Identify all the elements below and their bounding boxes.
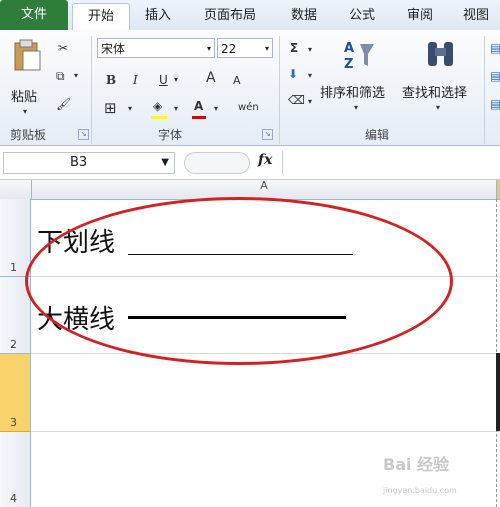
highlight-ellipse (25, 197, 453, 365)
sort-filter-button[interactable]: A Z 排序和筛选 ▾ (320, 38, 398, 118)
chevron-down-icon: ▾ (206, 44, 211, 53)
format-painter-icon[interactable]: 🖌 (56, 96, 71, 112)
paste-button[interactable]: 粘贴 ▾ (6, 38, 48, 118)
tab-home[interactable]: 开始 (72, 3, 130, 31)
autosum-dropdown-icon[interactable]: ▾ (308, 42, 312, 58)
ribbon-tab-bar: 文件 开始 插入 页面布局 数据 公式 审阅 视图 (0, 0, 500, 31)
copy-icon[interactable]: ⧉ (56, 68, 65, 84)
font-color-swatch (192, 116, 206, 119)
cells-icon[interactable]: ▤ (490, 96, 500, 112)
font-size-value: 22 (221, 42, 237, 56)
fill-dropdown-icon[interactable]: ▾ (308, 68, 312, 84)
grow-font-button[interactable]: A (206, 70, 216, 86)
tab-data[interactable]: 数据 (280, 3, 328, 28)
sort-filter-icon: A Z (344, 41, 374, 70)
italic-button[interactable]: I (133, 72, 138, 88)
watermark-logo: Bai 经验 (383, 455, 450, 474)
chevron-down-icon: ▾ (264, 44, 269, 53)
font-name-value: 宋体 (101, 42, 126, 56)
phonetic-icon[interactable]: wén (238, 100, 259, 116)
paste-label: 粘贴 (11, 90, 38, 105)
formula-input[interactable] (282, 151, 500, 174)
paste-icon (14, 39, 41, 71)
row-number: 2 (10, 338, 17, 351)
watermark-url: jingyan.baidu.com (383, 486, 457, 495)
underline-dropdown-icon[interactable]: ▾ (174, 72, 178, 88)
row-number: 4 (10, 492, 17, 505)
shrink-font-button[interactable]: A (233, 73, 241, 89)
tab-page-layout[interactable]: 页面布局 (192, 3, 268, 28)
tab-view[interactable]: 视图 (452, 3, 500, 28)
tab-formulas[interactable]: 公式 (338, 3, 386, 28)
font-group-label: 字体 (158, 128, 183, 142)
tab-review[interactable]: 审阅 (396, 3, 444, 28)
paste-dropdown-icon[interactable]: ▾ (23, 104, 27, 120)
font-launcher-icon[interactable]: ↘ (262, 129, 273, 140)
row-number: 1 (10, 261, 17, 274)
font-color-icon[interactable]: A (194, 98, 203, 114)
formula-buttons (184, 152, 250, 174)
font-size-select[interactable]: 22 ▾ (217, 38, 273, 58)
underline-button[interactable]: U (159, 72, 168, 88)
editing-group-label: 编辑 (365, 128, 390, 142)
font-name-select[interactable]: 宋体 ▾ (97, 38, 215, 58)
select-all-corner[interactable] (0, 180, 32, 199)
row-divider (31, 431, 500, 432)
borders-dropdown-icon[interactable]: ▾ (128, 101, 132, 117)
borders-icon[interactable]: ⊞ (104, 100, 117, 116)
row-number: 3 (10, 416, 17, 429)
find-dropdown-icon[interactable]: ▾ (436, 100, 440, 116)
ribbon-home: 粘贴 ▾ ✂ ⧉ ▾ 🖌 剪贴板 ↘ 宋体 ▾ 22 ▾ B I U ▾ A A… (0, 30, 500, 146)
copy-dropdown-icon[interactable]: ▾ (74, 68, 78, 84)
sort-dropdown-icon[interactable]: ▾ (354, 100, 358, 116)
find-select-button[interactable]: 查找和选择 ▾ (400, 38, 480, 118)
autosum-icon[interactable]: Σ (290, 40, 298, 56)
fill-dropdown-icon[interactable]: ▾ (174, 101, 178, 117)
row-header-3[interactable]: 3 (0, 354, 31, 432)
divider (91, 36, 92, 144)
row-header-1[interactable]: 1 (0, 199, 31, 277)
fill-color-swatch (151, 116, 167, 119)
formula-bar: B3 ▼ fx (0, 146, 500, 180)
cells-icon[interactable]: ▤ (490, 68, 500, 84)
clipboard-group-label: 剪贴板 (10, 128, 47, 142)
column-header-b[interactable] (496, 180, 500, 199)
insert-function-icon[interactable]: fx (258, 152, 272, 168)
svg-text:A: A (344, 41, 354, 56)
tab-insert[interactable]: 插入 (134, 3, 182, 28)
find-select-label: 查找和选择 (402, 86, 468, 101)
divider (484, 36, 485, 144)
clear-icon[interactable]: ⌫ (288, 92, 305, 108)
font-color-dropdown-icon[interactable]: ▾ (214, 101, 218, 117)
svg-text:Z: Z (344, 57, 353, 70)
tab-file[interactable]: 文件 (0, 0, 68, 30)
row-header-4[interactable]: 4 (0, 432, 31, 507)
clipboard-launcher-icon[interactable]: ↘ (78, 129, 89, 140)
cells-icon[interactable]: ▤ (490, 40, 500, 56)
column-header-a[interactable]: A (32, 180, 496, 199)
selected-cell-b3[interactable] (496, 353, 500, 431)
fill-down-icon[interactable]: ⬇ (288, 66, 298, 82)
name-box-value: B3 (70, 155, 88, 170)
sort-filter-label: 排序和筛选 (320, 86, 386, 101)
chevron-down-icon[interactable]: ▼ (161, 153, 169, 173)
name-box[interactable]: B3 ▼ (3, 152, 175, 174)
binoculars-icon (428, 42, 453, 66)
clear-dropdown-icon[interactable]: ▾ (308, 94, 312, 110)
bold-button[interactable]: B (106, 72, 116, 88)
divider (279, 36, 280, 144)
cut-icon[interactable]: ✂ (58, 40, 68, 56)
fill-color-icon[interactable]: ◈ (153, 98, 162, 114)
